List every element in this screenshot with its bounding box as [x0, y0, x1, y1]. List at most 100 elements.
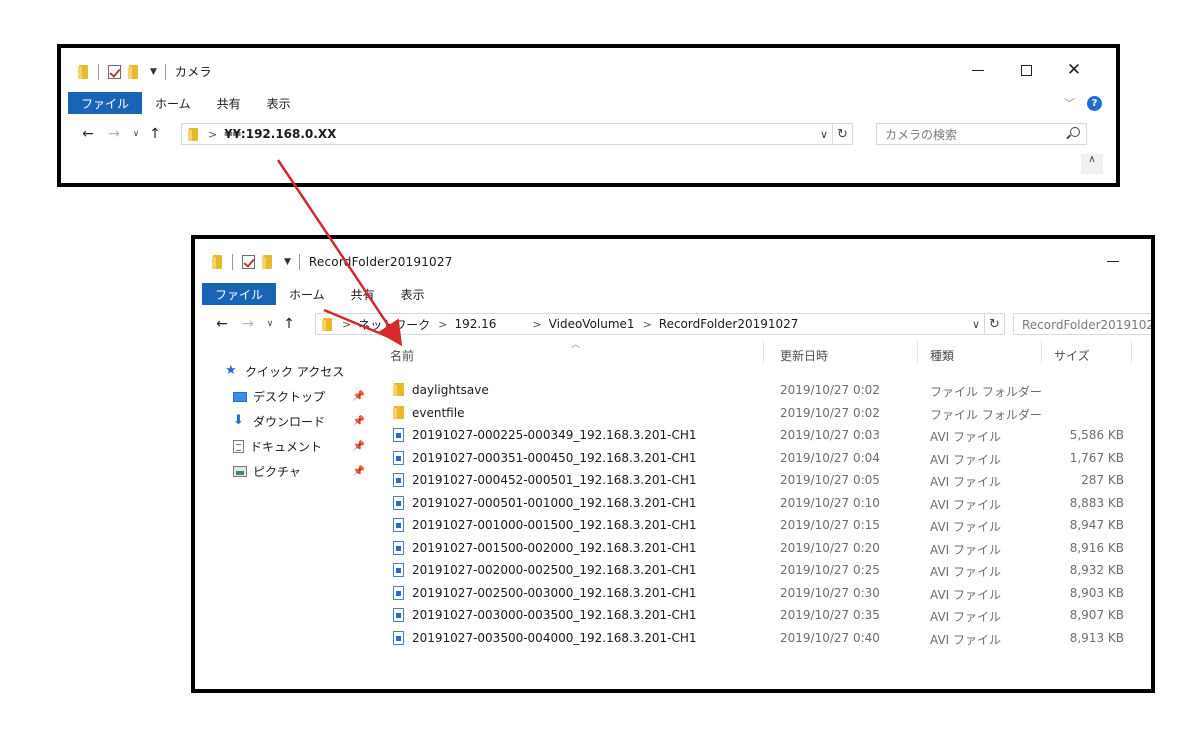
camera-explorer-window: ▼ カメラ ✕ ファイル ホーム 共有 表示 ﹀ ? ← → ∨ ↑ > ¥¥:… — [57, 44, 1120, 187]
table-row[interactable]: 20191027-002500-003000_192.168.3.201-CH1… — [371, 582, 1136, 605]
expand-ribbon-chevron-icon[interactable]: ﹀ — [1064, 95, 1075, 111]
minimize-icon — [1107, 260, 1119, 262]
file-date: 2019/10/27 0:35 — [780, 608, 880, 622]
file-type: AVI ファイル — [930, 565, 1002, 579]
table-row[interactable]: 20191027-003000-003500_192.168.3.201-CH1… — [371, 604, 1136, 627]
breadcrumb-host[interactable]: 192.16 — [454, 317, 524, 331]
address-dropdown-icon[interactable]: ∨ — [816, 128, 832, 141]
minimize-button[interactable] — [1090, 249, 1136, 273]
ribbon-tabs: ファイル ホーム 共有 表示 — [195, 283, 1151, 305]
column-header-type[interactable]: 種類 — [930, 347, 954, 364]
folder-icon[interactable] — [212, 255, 224, 269]
back-arrow-icon[interactable]: ← — [209, 316, 235, 332]
column-divider[interactable] — [917, 341, 918, 363]
column-headers: ︿ 名前 更新日時 種類 サイズ — [371, 335, 1136, 369]
avi-file-icon — [393, 540, 404, 555]
breadcrumb-volume[interactable]: VideoVolume1 — [549, 317, 635, 331]
tab-view[interactable]: 表示 — [254, 92, 304, 114]
customize-toolbar-dropdown-icon[interactable]: ▼ — [150, 67, 157, 77]
pin-icon[interactable]: 📌 — [353, 391, 365, 402]
file-type: AVI ファイル — [930, 475, 1002, 489]
forward-arrow-icon[interactable]: → — [101, 126, 127, 142]
breadcrumb-separator-icon: > — [438, 317, 448, 331]
minimize-button[interactable] — [955, 58, 1001, 82]
new-folder-icon[interactable] — [262, 255, 274, 269]
file-type: AVI ファイル — [930, 632, 1002, 647]
address-dropdown-icon[interactable]: ∨ — [968, 318, 984, 331]
file-date: 2019/10/27 0:04 — [780, 450, 880, 465]
properties-check-icon[interactable] — [108, 64, 121, 79]
file-type: ファイル フォルダー — [930, 385, 1042, 399]
column-divider[interactable] — [763, 341, 764, 363]
quick-access-toolbar: ▼ RecordFolder20191027 — [212, 254, 453, 270]
tab-home[interactable]: ホーム — [276, 283, 338, 305]
table-row[interactable]: 20191027-004000-004500_192.168.3.201-CH1… — [371, 649, 1136, 653]
file-type: AVI ファイル — [930, 452, 1002, 467]
column-divider[interactable] — [1041, 341, 1042, 363]
maximize-button[interactable] — [1003, 58, 1049, 82]
table-row[interactable]: 20191027-001500-002000_192.168.3.201-CH1… — [371, 537, 1136, 560]
recent-locations-chevron-icon[interactable]: ∨ — [261, 319, 279, 329]
forward-arrow-icon[interactable]: → — [235, 316, 261, 332]
tab-file[interactable]: ファイル — [202, 283, 277, 305]
scroll-up-chevron-icon[interactable]: ∧ — [1081, 154, 1103, 174]
help-icon[interactable]: ? — [1087, 95, 1102, 111]
table-row[interactable]: eventfile 2019/10/27 0:02 ファイル フォルダー — [371, 402, 1136, 425]
tab-share[interactable]: 共有 — [338, 283, 388, 305]
pin-icon[interactable]: 📌 — [353, 466, 365, 477]
tab-view[interactable]: 表示 — [388, 283, 438, 305]
up-arrow-icon[interactable]: ↑ — [279, 316, 299, 332]
file-size: 8,932 KB — [1069, 563, 1124, 577]
column-header-name[interactable]: 名前 — [390, 347, 414, 364]
table-row[interactable]: 20191027-000225-000349_192.168.3.201-CH1… — [371, 424, 1136, 447]
recent-locations-chevron-icon[interactable]: ∨ — [127, 129, 145, 139]
tab-home[interactable]: ホーム — [142, 92, 204, 114]
file-name: 20191027-001500-002000_192.168.3.201-CH1 — [412, 540, 697, 555]
tab-file[interactable]: ファイル — [68, 92, 143, 114]
search-input[interactable]: カメラの検索 — [876, 123, 1087, 145]
up-arrow-icon[interactable]: ↑ — [145, 126, 165, 142]
file-date: 2019/10/27 0:15 — [780, 518, 880, 532]
new-folder-icon[interactable] — [128, 64, 140, 79]
table-row[interactable]: 20191027-002000-002500_192.168.3.201-CH1… — [371, 559, 1136, 582]
file-name: 20191027-002500-003000_192.168.3.201-CH1 — [412, 585, 697, 600]
close-button[interactable]: ✕ — [1051, 58, 1097, 82]
file-rows: daylightsave 2019/10/27 0:02 ファイル フォルダー eve… — [371, 379, 1136, 653]
record-folder-explorer-window: ▼ RecordFolder20191027 ファイル ホーム 共有 表示 ← … — [191, 235, 1155, 693]
search-input[interactable]: RecordFolder20191027の検索 — [1013, 313, 1154, 335]
table-row[interactable]: 20191027-000501-001000_192.168.3.201-CH1… — [371, 492, 1136, 515]
sidebar-item-pictures[interactable]: ピクチャ 📌 — [225, 459, 365, 484]
avi-file-icon — [393, 450, 404, 465]
avi-file-icon — [393, 585, 404, 600]
column-header-size[interactable]: サイズ — [1054, 347, 1090, 364]
properties-check-icon[interactable] — [242, 255, 255, 269]
sidebar-item-quick-access[interactable]: クイック アクセス — [225, 359, 365, 384]
pin-icon[interactable]: 📌 — [353, 416, 365, 427]
breadcrumb-current-folder[interactable]: RecordFolder20191027 — [659, 317, 799, 331]
table-row[interactable]: 20191027-001000-001500_192.168.3.201-CH1… — [371, 514, 1136, 537]
sidebar-item-downloads[interactable]: ダウンロード 📌 — [225, 409, 365, 434]
refresh-icon[interactable]: ↻ — [832, 124, 852, 144]
pin-icon[interactable]: 📌 — [353, 441, 365, 452]
table-row[interactable]: daylightsave 2019/10/27 0:02 ファイル フォルダー — [371, 379, 1136, 402]
breadcrumb-network[interactable]: ネットワーク — [358, 316, 430, 333]
file-size: 8,916 KB — [1069, 540, 1124, 555]
address-bar[interactable]: > ¥¥:192.168.0.XX ∨ ↻ — [181, 123, 853, 145]
search-placeholder: RecordFolder20191027の検索 — [1022, 317, 1154, 332]
address-bar[interactable]: > ネットワーク > 192.16 > VideoVolume1 > Recor… — [315, 313, 1005, 335]
column-divider[interactable] — [1131, 341, 1132, 363]
sidebar-item-desktop[interactable]: デスクトップ 📌 — [225, 384, 365, 409]
search-icon[interactable] — [1070, 127, 1080, 137]
refresh-icon[interactable]: ↻ — [984, 314, 1004, 334]
table-row[interactable]: 20191027-003500-004000_192.168.3.201-CH1… — [371, 627, 1136, 650]
table-row[interactable]: 20191027-000452-000501_192.168.3.201-CH1… — [371, 469, 1136, 492]
table-row[interactable]: 20191027-000351-000450_192.168.3.201-CH1… — [371, 447, 1136, 470]
column-header-date[interactable]: 更新日時 — [780, 347, 828, 364]
back-arrow-icon[interactable]: ← — [75, 126, 101, 142]
folder-icon[interactable] — [78, 64, 90, 79]
tab-share[interactable]: 共有 — [204, 92, 254, 114]
address-path[interactable]: ¥¥:192.168.0.XX — [224, 127, 336, 141]
quick-access-toolbar: ▼ カメラ — [78, 63, 212, 80]
sidebar-item-documents[interactable]: ドキュメント 📌 — [225, 434, 365, 459]
customize-toolbar-dropdown-icon[interactable]: ▼ — [284, 257, 291, 267]
